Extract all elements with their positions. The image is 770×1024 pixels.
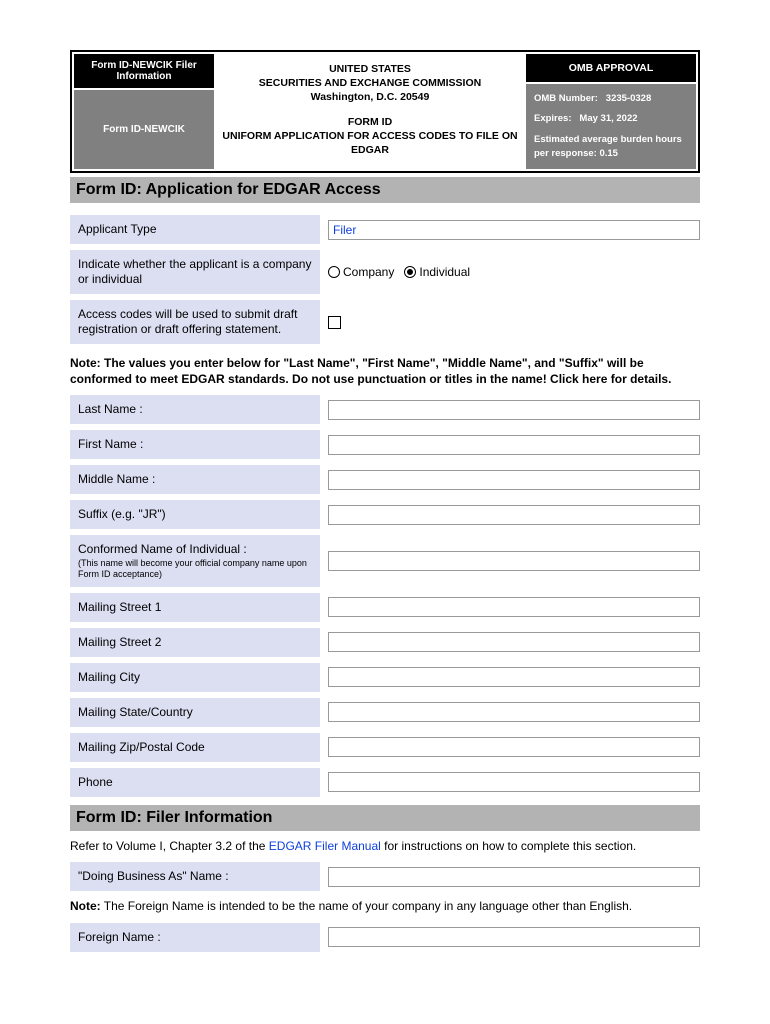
row-phone: Phone (70, 768, 700, 797)
street1-input[interactable] (328, 597, 700, 617)
radio-individual-label: Individual (419, 265, 470, 279)
row-applicant-type: Applicant Type Filer (70, 215, 700, 244)
street2-input[interactable] (328, 632, 700, 652)
dba-input[interactable] (328, 867, 700, 887)
agency-line: UNITED STATES (220, 62, 520, 76)
row-conformed-name: Conformed Name of Individual : (This nam… (70, 535, 700, 587)
refer-pre: Refer to Volume I, Chapter 3.2 of the (70, 839, 269, 853)
row-dba: "Doing Business As" Name : (70, 862, 700, 891)
conformed-main-label: Conformed Name of Individual : (78, 542, 247, 556)
form-title-line: UNIFORM APPLICATION FOR ACCESS CODES TO … (220, 129, 520, 157)
note-body: The Foreign Name is intended to be the n… (101, 899, 632, 913)
conformed-name-input[interactable] (328, 551, 700, 571)
row-zip: Mailing Zip/Postal Code (70, 733, 700, 762)
draft-codes-checkbox[interactable] (328, 316, 341, 329)
last-name-input[interactable] (328, 400, 700, 420)
row-middle-name: Middle Name : (70, 465, 700, 494)
street2-label: Mailing Street 2 (70, 628, 320, 657)
filer-info-refer: Refer to Volume I, Chapter 3.2 of the ED… (70, 839, 700, 855)
suffix-label: Suffix (e.g. "JR") (70, 500, 320, 529)
note-bold: Note: (70, 899, 101, 913)
applicant-type-value[interactable]: Filer (328, 220, 700, 240)
burden-text: Estimated average burden hours per respo… (534, 133, 688, 162)
refer-post: for instructions on how to complete this… (381, 839, 636, 853)
phone-label: Phone (70, 768, 320, 797)
header-left-title: Form ID-NEWCIK Filer Information (74, 54, 214, 88)
edgar-manual-link[interactable]: EDGAR Filer Manual (269, 839, 381, 853)
row-foreign-name: Foreign Name : (70, 923, 700, 952)
phone-input[interactable] (328, 772, 700, 792)
foreign-name-input[interactable] (328, 927, 700, 947)
section-title-application: Form ID: Application for EDGAR Access (70, 177, 700, 203)
omb-number-value: 3235-0328 (606, 93, 651, 104)
header-form-name: Form ID-NEWCIK (74, 90, 214, 169)
row-city: Mailing City (70, 663, 700, 692)
section-title-filer-info: Form ID: Filer Information (70, 805, 700, 831)
row-state: Mailing State/Country (70, 698, 700, 727)
zip-input[interactable] (328, 737, 700, 757)
row-suffix: Suffix (e.g. "JR") (70, 500, 700, 529)
radio-individual[interactable] (404, 266, 416, 278)
omb-approval-label: OMB APPROVAL (526, 54, 696, 82)
expires-label: Expires: (534, 113, 572, 124)
row-company-individual: Indicate whether the applicant is a comp… (70, 250, 700, 294)
agency-line: SECURITIES AND EXCHANGE COMMISSION (220, 76, 520, 90)
row-last-name: Last Name : (70, 395, 700, 424)
first-name-label: First Name : (70, 430, 320, 459)
row-street1: Mailing Street 1 (70, 593, 700, 622)
city-input[interactable] (328, 667, 700, 687)
expires-value: May 31, 2022 (579, 113, 637, 124)
header-agency: UNITED STATES SECURITIES AND EXCHANGE CO… (214, 54, 526, 169)
row-street2: Mailing Street 2 (70, 628, 700, 657)
omb-number-label: OMB Number: (534, 93, 598, 104)
dba-label: "Doing Business As" Name : (70, 862, 320, 891)
last-name-label: Last Name : (70, 395, 320, 424)
radio-company-label: Company (343, 265, 394, 279)
company-individual-label: Indicate whether the applicant is a comp… (70, 250, 320, 294)
first-name-input[interactable] (328, 435, 700, 455)
name-conform-note: Note: The values you enter below for "La… (70, 356, 700, 387)
state-label: Mailing State/Country (70, 698, 320, 727)
omb-box: OMB APPROVAL OMB Number: 3235-0328 Expir… (526, 54, 696, 169)
conformed-name-label: Conformed Name of Individual : (This nam… (70, 535, 320, 587)
draft-codes-label: Access codes will be used to submit draf… (70, 300, 320, 344)
suffix-input[interactable] (328, 505, 700, 525)
form-header: Form ID-NEWCIK Filer Information Form ID… (70, 50, 700, 173)
middle-name-input[interactable] (328, 470, 700, 490)
row-draft-codes: Access codes will be used to submit draf… (70, 300, 700, 344)
city-label: Mailing City (70, 663, 320, 692)
state-input[interactable] (328, 702, 700, 722)
company-individual-radios: Company Individual (328, 265, 470, 279)
form-title-line: FORM ID (220, 115, 520, 129)
street1-label: Mailing Street 1 (70, 593, 320, 622)
applicant-type-label: Applicant Type (70, 215, 320, 244)
agency-line: Washington, D.C. 20549 (220, 90, 520, 104)
foreign-name-note: Note: The Foreign Name is intended to be… (70, 899, 700, 915)
row-first-name: First Name : (70, 430, 700, 459)
omb-details: OMB Number: 3235-0328 Expires: May 31, 2… (526, 84, 696, 169)
radio-company[interactable] (328, 266, 340, 278)
foreign-name-label: Foreign Name : (70, 923, 320, 952)
middle-name-label: Middle Name : (70, 465, 320, 494)
conformed-sub-label: (This name will become your official com… (78, 558, 312, 580)
zip-label: Mailing Zip/Postal Code (70, 733, 320, 762)
header-left: Form ID-NEWCIK Filer Information Form ID… (74, 54, 214, 169)
